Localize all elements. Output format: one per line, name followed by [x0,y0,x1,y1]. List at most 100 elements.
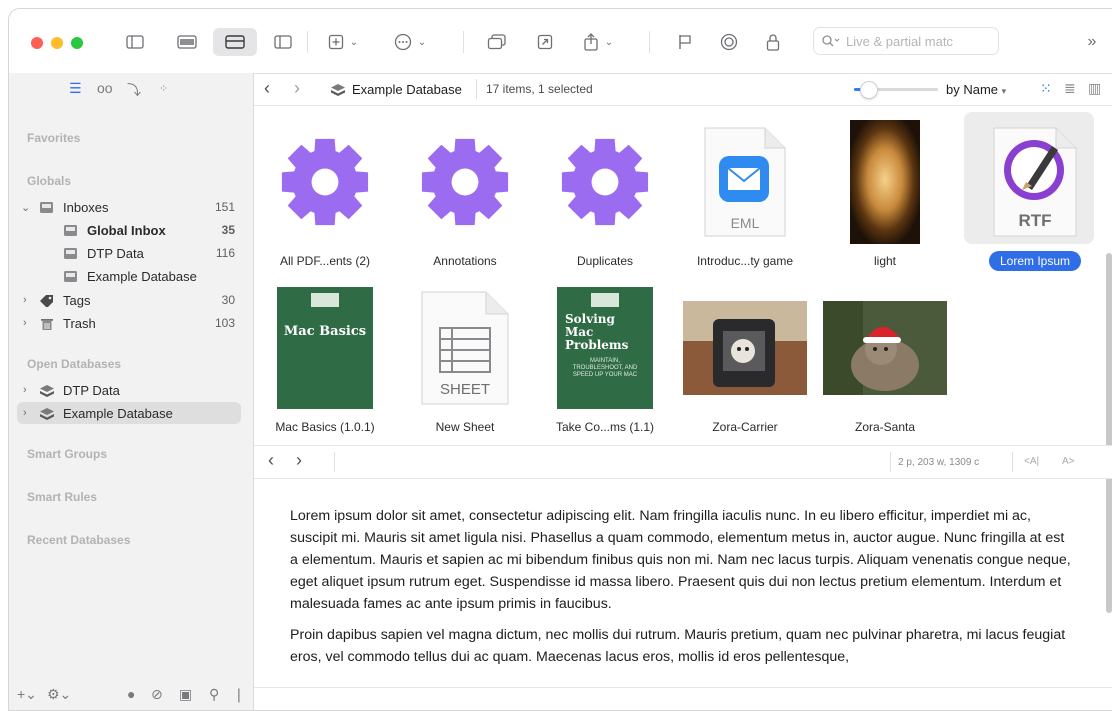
column-view-icon[interactable]: ▥ [1088,80,1101,97]
ellipsis-circle-icon [394,33,411,51]
link-icon[interactable]: ⊘ [151,686,163,703]
toggle-sidebar-button[interactable] [119,28,151,56]
sidebar-item-example-database-inbox[interactable]: Example Database [17,265,241,287]
main-content: ‹ › Example Database 17 items, 1 selecte… [254,73,1112,710]
zoom-window-button[interactable] [71,37,83,49]
layout-icon [177,35,197,49]
breadcrumb[interactable]: Example Database [330,82,462,97]
chevron-right-icon[interactable]: › [23,407,27,419]
list-view-icon[interactable]: ≣ [1064,80,1076,97]
minimize-window-button[interactable] [51,37,63,49]
photo-thumbnail [683,301,807,395]
toggle-inspector-button[interactable] [267,28,299,56]
grid-item[interactable]: EML Introduc...ty game [680,118,810,278]
image-thumbnail [850,120,920,244]
sidebar-item-dtp-data[interactable]: › DTP Data [17,379,241,401]
add-menu-icon[interactable]: +⌄ [17,686,37,703]
grid-item[interactable]: Annotations [400,118,530,278]
chevron-right-icon[interactable]: › [23,384,27,396]
sidebar-item-label: Example Database [87,268,197,284]
sidebar: ☰ oo ⤵ ⁘ Favorites Globals ⌄ Inboxes 151… [9,73,254,710]
item-count: 103 [214,316,235,330]
close-window-button[interactable] [31,37,43,49]
sidebar-section-favorites: Favorites [27,131,81,145]
file-type-label: SHEET [440,381,490,398]
chevron-right-icon[interactable]: › [23,294,27,306]
search-input[interactable] [844,32,988,50]
grid-item[interactable]: Zora-Santa [820,284,950,444]
open-new-window-button[interactable] [481,28,513,56]
sidebar-item-label: Tags [63,292,91,308]
pane-back-button[interactable]: ‹ [268,450,274,471]
sidebar-item-global-inbox[interactable]: Global Inbox 35 [17,219,241,241]
item-caption: Introduc...ty game [696,254,794,268]
import-icon[interactable]: ⤵ [127,80,141,100]
grid-item-selected[interactable]: RTF Lorem Ipsum [964,112,1100,278]
gear-icon[interactable]: ⚙⌄ [47,686,71,703]
back-button[interactable]: ‹ [264,78,270,99]
book-title: Mac Basics [284,324,366,339]
chevron-double-right-icon: » [1087,33,1097,50]
pane-forward-button[interactable]: › [296,450,302,471]
chevron-down-icon: ⌄ [349,36,359,48]
slider-knob[interactable] [860,81,879,99]
inbox-tray-icon [64,224,77,236]
status-circle-icon[interactable]: ● [127,686,135,702]
lock-button[interactable] [757,28,789,56]
target-icon [720,33,738,51]
sidebar-section-smart-rules: Smart Rules [27,490,98,504]
grid-item[interactable]: Solving Mac Problems MAINTAIN, TROUBLESH… [540,284,670,444]
sidebar-item-label: Global Inbox [87,222,166,238]
breadcrumb-label: Example Database [352,82,462,97]
grid-item[interactable]: light [820,118,950,278]
new-item-menu-button[interactable]: ⌄ [321,28,365,56]
chevron-down-icon[interactable]: ⌄ [21,201,30,214]
sidebar-item-inboxes[interactable]: ⌄ Inboxes 151 [17,196,241,218]
increase-font-button[interactable]: A> [1062,456,1075,467]
document-text[interactable]: Lorem ipsum dolor sit amet, consectetur … [290,505,1072,677]
item-caption: Lorem Ipsum [988,251,1082,271]
view-layout-vertical-button[interactable] [213,28,257,56]
file-type-label: EML [731,215,760,231]
gear-icon [281,138,369,226]
chevron-right-icon[interactable]: › [23,317,27,329]
sidebar-item-example-database[interactable]: › Example Database [17,402,241,424]
dots-grid-icon[interactable]: ⁘ [159,82,168,95]
grid-item[interactable]: Zora-Carrier [680,284,810,444]
share-menu-button[interactable]: ⌄ [575,28,621,56]
lock-icon [766,34,780,51]
sidebar-item-dtp-data-inbox[interactable]: DTP Data 116 [17,242,241,264]
open-externally-button[interactable] [529,28,561,56]
icon-view-icon[interactable]: ⁙ [1040,80,1052,97]
search-icon [822,35,840,47]
reading-glasses-icon[interactable]: oo [97,80,113,96]
grid-item[interactable]: All PDF...ents (2) [260,118,390,278]
sort-menu[interactable]: by Name ▾ [946,82,1006,97]
more-actions-menu-button[interactable]: ⌄ [387,28,433,56]
item-caption: New Sheet [435,420,495,434]
toolbar-overflow-button[interactable]: » [1079,28,1105,56]
preview-pane-bar: ‹ › 2 p, 203 w, 1309 c <A| A> [254,445,1112,479]
sidebar-item-tags[interactable]: › Tags 30 [17,289,241,311]
mark-read-button[interactable] [713,28,745,56]
pin-icon[interactable]: ⚲ [209,686,219,703]
decrease-font-button[interactable]: <A| [1024,456,1039,467]
sidebar-section-recent-databases: Recent Databases [27,533,131,547]
list-view-icon[interactable]: ☰ [69,80,82,97]
grid-item[interactable]: SHEET New Sheet [400,284,530,444]
sidebar-item-trash[interactable]: › Trash 103 [17,312,241,334]
inbox-tray-icon [64,247,77,259]
flag-button[interactable] [669,28,701,56]
vertical-scrollbar[interactable] [1106,253,1112,613]
search-field[interactable] [813,27,999,55]
grid-item[interactable]: Duplicates [540,118,670,278]
activity-icon[interactable]: ❘ [233,686,245,703]
thumbnail-size-slider[interactable] [854,81,938,99]
view-layout-widescreen-button[interactable] [171,28,203,56]
item-count: 35 [221,223,235,237]
image-icon[interactable]: ▣ [179,686,192,703]
forward-button[interactable]: › [294,78,300,99]
grid-item[interactable]: Mac Basics Mac Basics (1.0.1) [260,284,390,444]
tag-icon [40,294,53,307]
sidebar-icon [126,35,144,49]
